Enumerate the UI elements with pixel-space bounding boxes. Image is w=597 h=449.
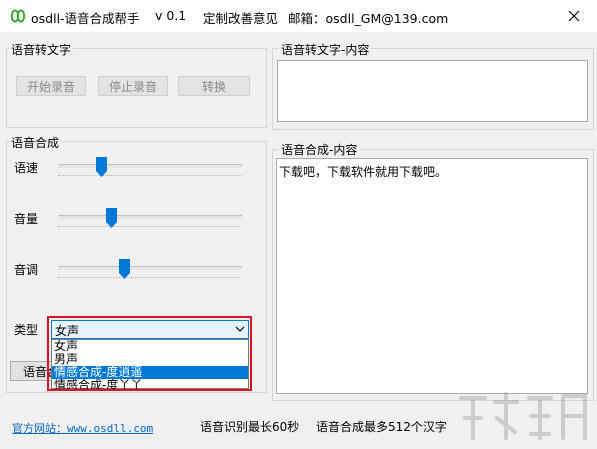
close-icon (568, 10, 580, 22)
voice-type-dropdown: 女声 男声 情感合成-度逍遥 情感合成-度丫丫 (51, 339, 249, 392)
voice-option-female[interactable]: 女声 (52, 340, 248, 353)
stt-content-title: 语音转文字-内容 (279, 41, 372, 58)
contact-email: 邮箱：osdll_GM@139.com (288, 11, 449, 26)
voice-type-select[interactable]: 女声 (51, 320, 249, 339)
stop-recording-button[interactable]: 停止录音 (98, 76, 168, 96)
app-window: osdll-语音合成帮手 v 0.1 定制改善意见 邮箱：osdll_GM@13… (0, 0, 597, 449)
close-button[interactable] (551, 0, 597, 32)
pitch-slider-track (58, 266, 242, 270)
stt-result-text (278, 61, 587, 69)
speed-slider-track (58, 164, 242, 168)
volume-slider-thumb[interactable] (106, 208, 117, 228)
speed-slider-thumb[interactable] (96, 157, 107, 177)
stt-group-title: 语音转文字 (9, 41, 74, 58)
title-bar: osdll-语音合成帮手 v 0.1 定制改善意见 邮箱：osdll_GM@13… (0, 0, 597, 32)
tts-input-text: 下载吧，下载软件就用下载吧。 (279, 165, 448, 179)
custom-feedback-link[interactable]: 定制改善意见 (203, 8, 278, 27)
volume-slider-ticks (58, 226, 242, 230)
stt-result-textarea[interactable] (277, 60, 588, 122)
voice-option-emotional-xiaoyao[interactable]: 情感合成-度逍遥 (52, 366, 248, 379)
voice-type-selected: 女声 (55, 324, 80, 338)
pitch-slider[interactable] (58, 256, 242, 286)
tts-limit-text: 语音合成最多512个汉字 (316, 420, 447, 434)
official-site-link[interactable]: 官方网站：www.osdll.com (12, 420, 153, 436)
stt-limit-text: 语音识别最长60秒 (200, 420, 300, 434)
watermark-logo (459, 392, 587, 440)
speed-slider-ticks (58, 175, 242, 179)
volume-slider[interactable] (58, 205, 242, 235)
start-recording-button[interactable]: 开始录音 (16, 76, 86, 96)
voice-type-label: 类型 (14, 323, 39, 337)
app-title: osdll-语音合成帮手 (31, 11, 140, 26)
pitch-slider-thumb[interactable] (119, 259, 130, 279)
convert-button[interactable]: 转换 (178, 76, 250, 96)
speed-label: 语速 (14, 161, 39, 175)
chevron-down-icon[interactable] (235, 324, 245, 334)
pitch-label: 音调 (14, 263, 39, 277)
tts-group-title: 语音合成 (9, 134, 62, 151)
speed-slider[interactable] (58, 154, 242, 184)
voice-option-male[interactable]: 男声 (52, 353, 248, 366)
app-logo-icon (10, 9, 26, 23)
pitch-slider-ticks (58, 277, 242, 281)
volume-label: 音量 (14, 212, 39, 226)
tts-content-title: 语音合成-内容 (279, 141, 360, 158)
app-version: v 0.1 (155, 8, 187, 23)
volume-slider-track (58, 215, 242, 219)
tts-input-textarea[interactable]: 下载吧，下载软件就用下载吧。 (276, 158, 588, 394)
voice-option-emotional-yaya[interactable]: 情感合成-度丫丫 (52, 379, 248, 392)
